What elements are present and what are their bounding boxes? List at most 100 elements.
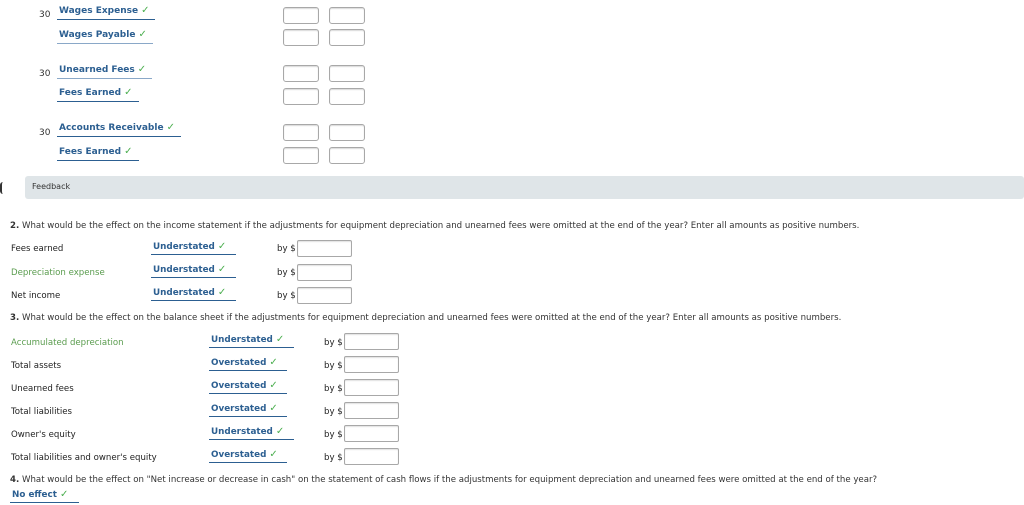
effect-select[interactable]: Overstated ✓: [209, 356, 287, 371]
checkmark-icon: ✓: [138, 29, 147, 40]
checkmark-icon: ✓: [166, 122, 175, 133]
checkmark-icon: ✓: [137, 64, 147, 75]
effect-value: Understated: [153, 288, 215, 298]
effect-value: Understated: [153, 242, 215, 252]
amount-input[interactable]: [297, 264, 352, 281]
cash-effect-select[interactable]: No effect ✓: [10, 488, 79, 503]
credit-amount-input[interactable]: [329, 124, 365, 141]
effect-select[interactable]: Understated ✓: [151, 263, 236, 278]
row-label: Owner's equity: [11, 430, 76, 440]
row-label: Net income: [11, 291, 61, 301]
credit-account-select[interactable]: Fees Earned ✓: [57, 86, 139, 102]
feedback-label: Feedback: [32, 182, 71, 191]
amount-input[interactable]: [344, 425, 399, 442]
question-4: 4. What would be the effect on "Net incr…: [10, 475, 877, 485]
question-text: What would be the effect on the income s…: [19, 221, 860, 231]
account-name: Wages Expense: [59, 6, 139, 16]
amount-input[interactable]: [344, 333, 399, 350]
entry-date: 30: [39, 10, 51, 20]
checkmark-icon: ✓: [269, 449, 278, 460]
credit-amount-input[interactable]: [329, 29, 365, 46]
row-label: Unearned fees: [11, 384, 74, 394]
account-name: Fees Earned: [59, 88, 122, 98]
by-label: by $: [324, 407, 343, 417]
question-text: What would be the effect on "Net increas…: [19, 475, 878, 485]
amount-input[interactable]: [344, 402, 399, 419]
feedback-bar[interactable]: Feedback: [25, 176, 1024, 199]
checkmark-icon: ✓: [269, 380, 278, 391]
credit-amount-input[interactable]: [329, 7, 365, 24]
row-label: Fees earned: [11, 244, 64, 254]
row-label: Accumulated depreciation: [11, 338, 124, 348]
effect-select[interactable]: Overstated ✓: [209, 448, 287, 463]
amount-input[interactable]: [297, 240, 352, 257]
effect-select[interactable]: Understated ✓: [151, 286, 236, 301]
checkmark-icon: ✓: [59, 489, 69, 500]
debit-amount-input[interactable]: [283, 65, 319, 82]
debit-amount-input[interactable]: [283, 124, 319, 141]
entry-date: 30: [39, 128, 51, 138]
row-label: Total liabilities: [11, 407, 72, 417]
checkmark-icon: ✓: [217, 264, 227, 275]
question-3: 3. What would be the effect on the balan…: [10, 313, 841, 323]
question-number: 4.: [10, 475, 20, 485]
checkmark-icon: ✓: [217, 287, 227, 298]
amount-input[interactable]: [297, 287, 352, 304]
amount-input[interactable]: [344, 448, 399, 465]
by-label: by $: [324, 430, 343, 440]
credit-account-select[interactable]: Wages Payable ✓: [57, 28, 153, 44]
question-2: 2. What would be the effect on the incom…: [10, 221, 859, 231]
effect-select[interactable]: Understated ✓: [209, 333, 294, 348]
effect-select[interactable]: Understated ✓: [209, 425, 294, 440]
by-label: by $: [277, 244, 296, 254]
entry-date: 30: [39, 69, 51, 79]
effect-value: Overstated: [211, 358, 267, 368]
debit-account-select[interactable]: Accounts Receivable ✓: [57, 121, 181, 137]
effect-select[interactable]: Overstated ✓: [209, 402, 287, 417]
question-number: 3.: [10, 313, 20, 323]
by-label: by $: [277, 291, 296, 301]
effect-value: Understated: [211, 335, 273, 345]
effect-value: Understated: [153, 265, 215, 275]
effect-value: Overstated: [211, 381, 267, 391]
debit-amount-input[interactable]: [283, 147, 319, 164]
question-number: 2.: [10, 221, 20, 231]
effect-value: Overstated: [211, 450, 267, 460]
debit-account-select[interactable]: Unearned Fees ✓: [57, 63, 153, 79]
checkmark-icon: ✓: [124, 146, 133, 157]
by-label: by $: [324, 453, 343, 463]
checkmark-icon: ✓: [269, 357, 278, 368]
debit-amount-input[interactable]: [283, 88, 319, 105]
checkmark-icon: ✓: [269, 403, 278, 414]
credit-amount-input[interactable]: [329, 147, 365, 164]
credit-amount-input[interactable]: [329, 88, 365, 105]
account-name: Unearned Fees: [59, 65, 135, 75]
row-label: Depreciation expense: [11, 268, 105, 278]
checkmark-icon: ✓: [275, 426, 285, 437]
account-name: Wages Payable: [59, 30, 136, 40]
by-label: by $: [324, 361, 343, 371]
credit-amount-input[interactable]: [329, 65, 365, 82]
row-label: Total assets: [11, 361, 62, 371]
effect-value: No effect: [12, 490, 57, 500]
by-label: by $: [324, 338, 343, 348]
row-label: Total liabilities and owner's equity: [11, 453, 157, 463]
question-text: What would be the effect on the balance …: [19, 313, 842, 323]
account-name: Accounts Receivable: [59, 123, 164, 133]
amount-input[interactable]: [344, 379, 399, 396]
effect-value: Overstated: [211, 404, 267, 414]
checkmark-icon: ✓: [124, 87, 133, 98]
checkmark-icon: ✓: [275, 334, 285, 345]
effect-select[interactable]: Understated ✓: [151, 240, 236, 255]
effect-value: Understated: [211, 427, 273, 437]
debit-amount-input[interactable]: [283, 29, 319, 46]
edge-marker: [0, 182, 3, 194]
debit-account-select[interactable]: Wages Expense ✓: [57, 4, 156, 20]
checkmark-icon: ✓: [141, 5, 150, 16]
checkmark-icon: ✓: [217, 241, 227, 252]
credit-account-select[interactable]: Fees Earned ✓: [57, 145, 139, 161]
effect-select[interactable]: Overstated ✓: [209, 379, 287, 394]
debit-amount-input[interactable]: [283, 7, 319, 24]
amount-input[interactable]: [344, 356, 399, 373]
by-label: by $: [324, 384, 343, 394]
